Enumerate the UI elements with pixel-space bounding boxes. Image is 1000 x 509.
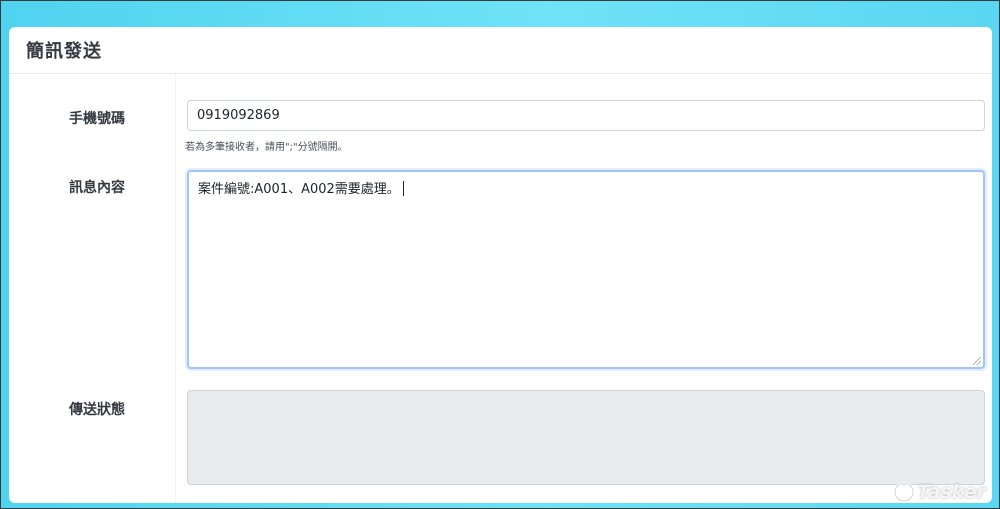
tasker-logo: Tasker: [893, 481, 986, 503]
phone-input-value: 0919092869: [197, 108, 280, 123]
sms-send-card: 簡訊發送 手機號碼 0919092869 若為多筆接收者，請用";"分號隔開。 …: [9, 27, 992, 503]
phone-input[interactable]: 0919092869: [187, 100, 985, 131]
resize-handle-icon[interactable]: [973, 357, 981, 365]
page-title: 簡訊發送: [26, 41, 102, 62]
phone-label: 手機號碼: [69, 111, 125, 127]
tasker-logo-text: Tasker: [916, 481, 986, 503]
message-label: 訊息內容: [69, 180, 125, 196]
card-header: 簡訊發送: [9, 27, 992, 74]
message-textarea-value: 案件編號:A001、A002需要處理。: [198, 182, 400, 197]
sms-form: 手機號碼 0919092869 若為多筆接收者，請用";"分號隔開。 訊息內容 …: [9, 74, 992, 502]
status-field: [187, 390, 985, 485]
phone-help-text: 若為多筆接收者，請用";"分號隔開。: [185, 142, 348, 153]
text-caret: [402, 181, 404, 196]
status-label: 傳送狀態: [69, 402, 125, 418]
form-divider: [175, 74, 176, 502]
message-textarea[interactable]: 案件編號:A001、A002需要處理。: [187, 170, 985, 369]
tasker-logo-icon: [893, 481, 915, 503]
